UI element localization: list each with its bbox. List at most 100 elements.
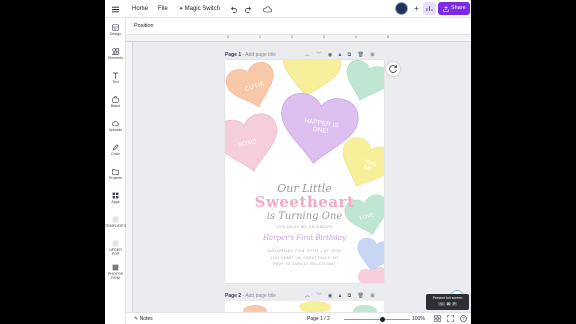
elements-icon	[112, 48, 119, 55]
delete-page-icon[interactable]: 🗑︎	[358, 293, 364, 299]
shortcut-key: P	[452, 302, 457, 306]
sidebar-item-brand[interactable]: Brand	[105, 96, 126, 108]
sidebar-item-draw[interactable]: Draw	[105, 144, 126, 156]
page-title-placeholder: Add page title	[245, 293, 276, 299]
add-page-icon[interactable]: ⊞	[370, 293, 374, 299]
tooltip-text: Present full screen	[432, 296, 463, 300]
draw-icon	[112, 144, 119, 151]
add-page-icon[interactable]: ⊞	[370, 52, 374, 58]
sidebar-item-label: Apps	[111, 200, 120, 204]
sidebar-item-label: TEMPLATES	[105, 224, 127, 228]
sidebar-item-label: Brand	[110, 104, 121, 108]
help-icon[interactable]: ?	[460, 315, 467, 324]
sidebar-item-label: Draw	[111, 152, 120, 156]
sidebar-item-templates[interactable]: TEMPLATES	[105, 216, 126, 228]
ruler-mark: 1	[259, 35, 261, 39]
lock-icon[interactable]: 🔒︎	[339, 293, 342, 299]
add-collaborator-button[interactable]: +	[410, 2, 423, 15]
sidebar-item-label: UPDER POP	[109, 248, 122, 256]
sidebar-item-label: Projects	[109, 176, 122, 180]
plus-icon: +	[414, 4, 419, 13]
ruler-mark: 0	[227, 35, 229, 39]
zoom-level[interactable]: 100%	[412, 316, 425, 322]
invite-birthday-text: Harper's First Birthday	[262, 234, 347, 242]
share-label: Share	[451, 5, 466, 11]
page-title-input[interactable]: - Add page title	[243, 293, 276, 299]
sidebar-item-upder-pop[interactable]: UPDER POP	[105, 240, 126, 256]
lock-icon[interactable]: 🔒︎	[339, 52, 342, 58]
invite-join-text: JOIN US AS WE CELEBRATE	[275, 225, 334, 229]
sidebar-item-photos-rom[interactable]: PHOTOS ROM	[105, 264, 126, 280]
page-label: Page 2	[225, 293, 242, 299]
refresh-button[interactable]	[386, 62, 400, 76]
tooltip-shortcut: ⌥ ⌘ P	[426, 302, 469, 306]
share-icon	[443, 5, 449, 12]
sidebar-item-apps[interactable]: Apps	[105, 192, 126, 204]
page-title-input[interactable]: - Add page title	[243, 52, 276, 58]
home-button[interactable]: Home	[132, 0, 148, 18]
projects-icon	[112, 169, 119, 175]
share-button[interactable]: Share	[438, 2, 470, 15]
sidebar-item-design[interactable]: Design	[105, 24, 126, 36]
zoom-slider[interactable]	[344, 316, 410, 322]
duplicate-page-icon[interactable]: ⧉	[348, 293, 352, 299]
text-icon	[112, 72, 119, 79]
page-toolbar: ︿ ﹀ ◉ 🔒︎ ⧉ 🗑︎ ⊞	[305, 292, 375, 300]
duplicate-page-icon[interactable]: ⧉	[348, 52, 352, 58]
left-sidebar: Design Elements Text Brand Uploads Draw …	[105, 18, 126, 324]
page-header: Page 1 - Add page title	[225, 52, 276, 58]
shortcut-key: ⌥	[438, 302, 445, 306]
page-label: Page 1	[225, 52, 242, 58]
fullscreen-icon[interactable]	[447, 315, 454, 324]
refresh-icon	[389, 65, 397, 73]
zoom-slider-handle[interactable]	[380, 316, 385, 322]
invite-title-line3: is Turning One	[266, 211, 343, 222]
notes-button[interactable]: ✎ Notes	[134, 316, 153, 322]
ruler-mark: 2	[291, 35, 293, 39]
cloud-sync-icon[interactable]	[263, 0, 272, 18]
svg-text:?: ?	[462, 316, 465, 321]
position-button[interactable]: Position	[134, 23, 154, 29]
delete-page-icon[interactable]: 🗑︎	[358, 52, 364, 58]
chevron-down-icon[interactable]: ﹀	[316, 52, 321, 58]
avatar[interactable]	[395, 2, 408, 15]
ruler-mark: 3	[323, 35, 325, 39]
sidebar-item-text[interactable]: Text	[105, 72, 126, 84]
stats-button[interactable]	[423, 2, 436, 15]
grid-view-icon[interactable]	[434, 315, 441, 324]
page-header: Page 2 - Add page title	[225, 293, 276, 299]
undo-icon[interactable]	[230, 0, 237, 18]
ruler-mark: 5	[387, 35, 389, 39]
chevron-down-icon[interactable]: ﹀	[316, 293, 321, 299]
menu-icon[interactable]	[112, 0, 119, 18]
tooltip: Present full screen ⌥ ⌘ P	[426, 294, 469, 310]
top-bar: Home File ✦ Magic Switch + Share	[105, 0, 471, 18]
chevron-up-icon[interactable]: ︿	[305, 52, 310, 58]
sidebar-item-projects[interactable]: Projects	[105, 168, 126, 180]
uploads-icon	[112, 121, 119, 126]
invite-title-line2: Sweetheart	[254, 193, 355, 211]
hide-page-icon[interactable]: ◉	[328, 52, 332, 58]
sidebar-item-uploads[interactable]: Uploads	[105, 120, 126, 132]
file-button[interactable]: File	[158, 0, 168, 18]
invite-date-text: SATURDAY FEB 20TH | AT 3PM	[267, 248, 342, 253]
photos-rom-icon	[112, 264, 119, 271]
bottom-bar: ✎ Notes Page 1 / 2 100% ?	[126, 312, 471, 324]
notes-label: Notes	[139, 316, 153, 322]
magic-switch-button[interactable]: ✦ Magic Switch	[179, 0, 220, 18]
sidebar-item-elements[interactable]: Elements	[105, 48, 126, 60]
context-toolbar: Position	[126, 18, 471, 35]
sidebar-item-label: Elements	[108, 56, 123, 60]
hide-page-icon[interactable]: ◉	[328, 293, 332, 299]
chevron-up-icon[interactable]: ︿	[305, 293, 310, 299]
page-canvas[interactable]: CUTIE HAPPER IS ONE! XOXO HUG ME LOVE Ou…	[225, 60, 384, 283]
horizontal-ruler: 0 1 2 3 4 5	[126, 35, 471, 42]
magic-switch-label: Magic Switch	[184, 6, 220, 12]
templates-icon	[112, 216, 119, 223]
page-toolbar: ︿ ﹀ ◉ 🔒︎ ⧉ 🗑︎ ⊞	[305, 51, 375, 59]
brand-icon	[112, 96, 119, 103]
page-title-placeholder: Add page title	[245, 52, 276, 58]
page-indicator[interactable]: Page 1 / 2	[307, 316, 330, 322]
redo-icon[interactable]	[245, 0, 252, 18]
upder-pop-icon	[112, 240, 119, 247]
